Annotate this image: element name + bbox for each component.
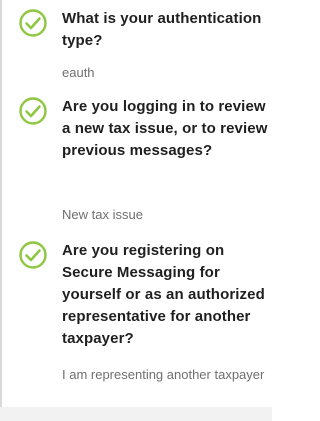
left-divider: [0, 0, 2, 421]
step-question: Are you logging in to review a new tax i…: [62, 98, 268, 159]
step-answer: I am representing another taxpayer: [62, 367, 265, 382]
step-answer: New tax issue: [62, 207, 143, 222]
check-circle-icon: [18, 240, 48, 270]
bottom-separator: [0, 407, 272, 421]
step-question: What is your authentication type?: [62, 10, 262, 49]
check-circle-icon: [18, 96, 48, 126]
step-answer: eauth: [62, 65, 95, 80]
completed-steps-panel: What is your authentication type? eauth …: [0, 0, 272, 421]
step-question: Are you registering on Secure Messaging …: [62, 242, 265, 347]
check-circle-icon: [18, 8, 48, 38]
